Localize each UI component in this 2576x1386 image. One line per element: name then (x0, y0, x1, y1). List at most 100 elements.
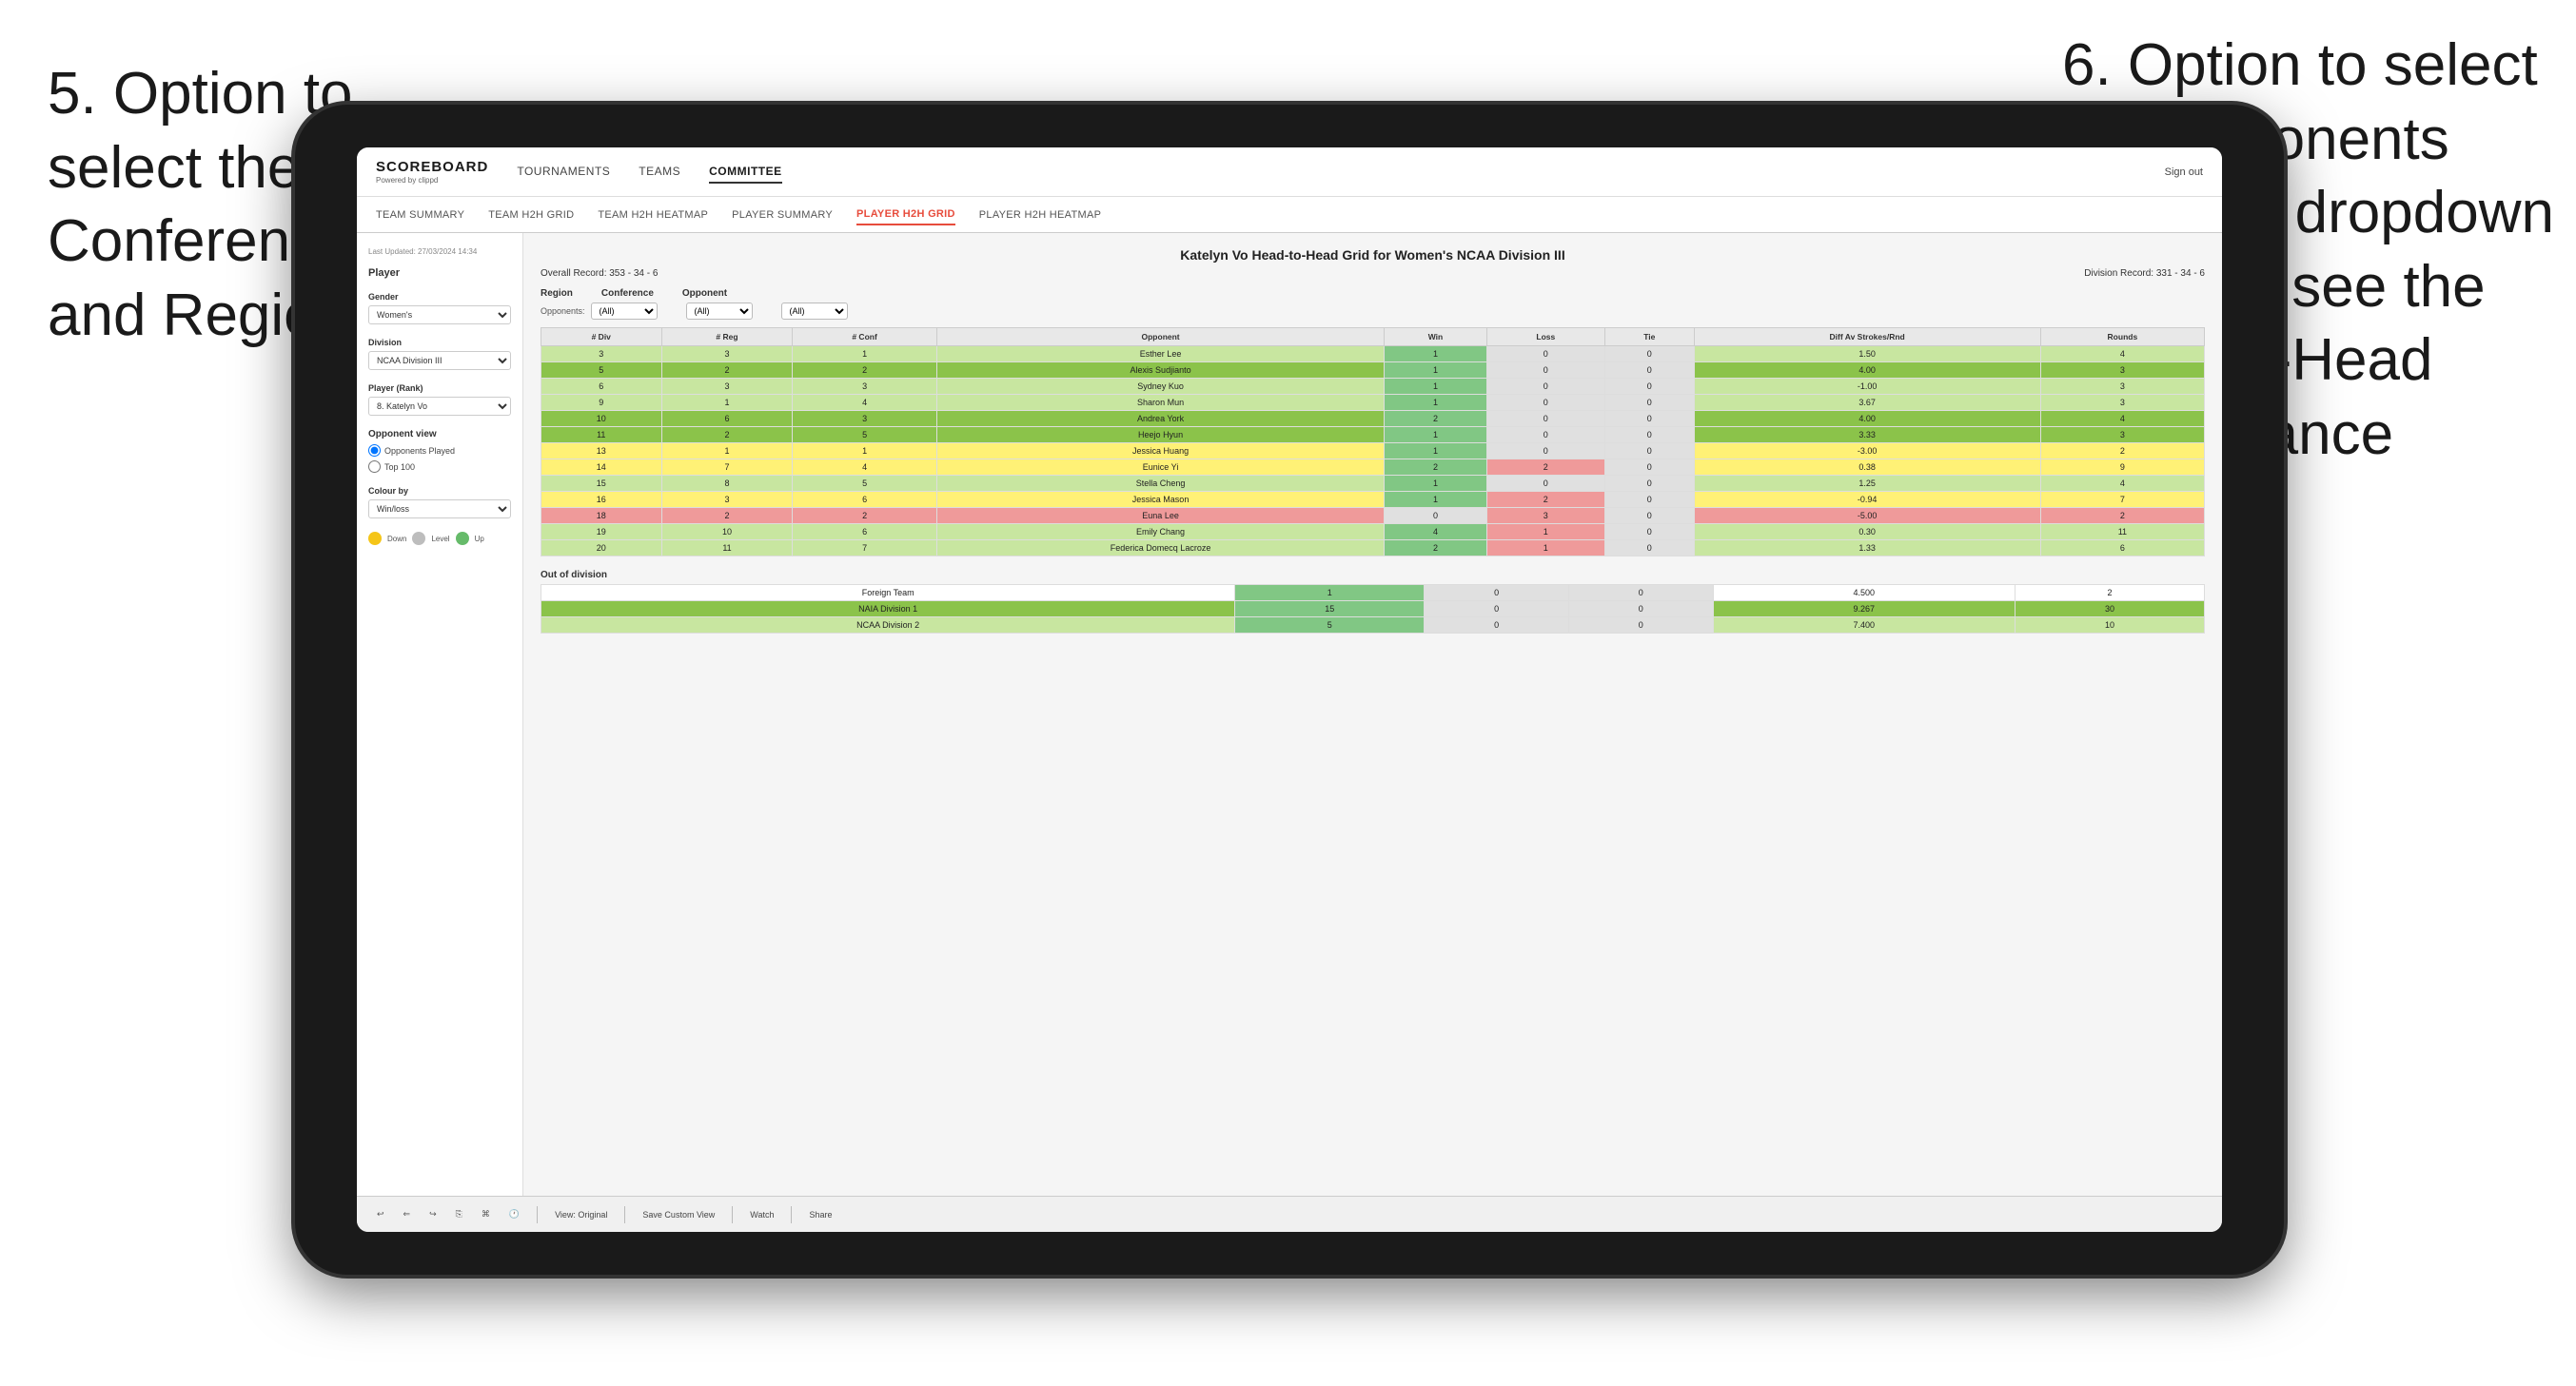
legend-up-dot (456, 532, 469, 545)
region-filter-group: Region (541, 288, 573, 299)
clock-btn[interactable]: 🕐 (503, 1206, 525, 1222)
sidebar: Last Updated: 27/03/2024 14:34 Player Ge… (357, 233, 523, 1196)
division-record: Division Record: 331 - 34 - 6 (2084, 268, 2205, 279)
col-rounds: Rounds (2040, 328, 2204, 346)
opponent-dropdown[interactable]: (All) (781, 303, 848, 320)
player-label: Player (368, 267, 511, 279)
gender-label: Gender (368, 292, 511, 302)
undo-btn[interactable]: ↩ (371, 1206, 390, 1222)
table-row: 6 3 3 Sydney Kuo 1 0 0 -1.00 3 (541, 379, 2205, 395)
region-dropdown[interactable]: (All) (591, 303, 658, 320)
toolbar-divider-4 (791, 1206, 792, 1223)
filter-selects-row: Opponents: (All) (All) (All) (541, 303, 2205, 320)
share-btn[interactable]: Share (803, 1207, 837, 1222)
radio-top-100[interactable]: Top 100 (368, 460, 511, 473)
opponents-filter-sub: Opponents: (All) (541, 303, 658, 320)
watch-btn[interactable]: Watch (744, 1207, 779, 1222)
sidebar-player-rank: Player (Rank) 8. Katelyn Vo (368, 383, 511, 416)
bottom-toolbar: ↩ ⇐ ↪ ⎘ ⌘ 🕐 View: Original Save Custom V… (357, 1196, 2222, 1232)
table-row: 5 2 2 Alexis Sudjianto 1 0 0 4.00 3 (541, 362, 2205, 379)
table-row: 16 3 6 Jessica Mason 1 2 0 -0.94 7 (541, 492, 2205, 508)
save-custom-view-btn[interactable]: Save Custom View (637, 1207, 720, 1222)
sidebar-gender: Gender Women's (368, 292, 511, 324)
sub-nav-team-summary[interactable]: TEAM SUMMARY (376, 205, 464, 224)
logo: SCOREBOARD Powered by clippd (376, 159, 488, 185)
conf-filter-label: Conference (601, 288, 654, 299)
col-conf: # Conf (793, 328, 936, 346)
main-data-table: # Div # Reg # Conf Opponent Win Loss Tie… (541, 327, 2205, 556)
opponent-view-radio-group: Opponents Played Top 100 (368, 444, 511, 473)
col-win: Win (1385, 328, 1486, 346)
toolbar-divider-2 (624, 1206, 625, 1223)
table-row: 20 11 7 Federica Domecq Lacroze 2 1 0 1.… (541, 540, 2205, 556)
toolbar-divider-1 (537, 1206, 538, 1223)
out-of-division-table: Foreign Team 1 0 0 4.500 2 NAIA Division… (541, 584, 2205, 634)
table-row: 3 3 1 Esther Lee 1 0 0 1.50 4 (541, 346, 2205, 362)
redo2-btn[interactable]: ↪ (423, 1206, 442, 1222)
col-opponent: Opponent (936, 328, 1385, 346)
conference-filter-group: Conference (601, 288, 654, 299)
table-row: NCAA Division 2 5 0 0 7.400 10 (541, 617, 2205, 634)
sign-out-link[interactable]: Sign out (2165, 166, 2203, 178)
col-diff: Diff Av Strokes/Rnd (1694, 328, 2040, 346)
table-row: 11 2 5 Heejo Hyun 1 0 0 3.33 3 (541, 427, 2205, 443)
sub-nav-player-summary[interactable]: PLAYER SUMMARY (732, 205, 833, 224)
logo-area: SCOREBOARD Powered by clippd (376, 159, 488, 185)
logo-sub: Powered by clippd (376, 176, 488, 185)
player-rank-label: Player (Rank) (368, 383, 511, 393)
legend-down-label: Down (387, 535, 406, 543)
division-select[interactable]: NCAA Division III (368, 351, 511, 370)
table-row: 18 2 2 Euna Lee 0 3 0 -5.00 2 (541, 508, 2205, 524)
player-rank-select[interactable]: 8. Katelyn Vo (368, 397, 511, 416)
col-tie: Tie (1605, 328, 1694, 346)
colour-by-select[interactable]: Win/loss (368, 499, 511, 518)
table-row: 15 8 5 Stella Cheng 1 0 0 1.25 4 (541, 476, 2205, 492)
toolbar-divider-3 (732, 1206, 733, 1223)
region-filter-label: Region (541, 288, 573, 299)
conference-filter-sub: (All) (686, 303, 753, 320)
table-row: 14 7 4 Eunice Yi 2 2 0 0.38 9 (541, 459, 2205, 476)
col-reg: # Reg (661, 328, 793, 346)
main-content: Last Updated: 27/03/2024 14:34 Player Ge… (357, 233, 2222, 1196)
col-div: # Div (541, 328, 662, 346)
sidebar-division: Division NCAA Division III (368, 338, 511, 370)
opponent-filter-label: Opponent (682, 288, 727, 299)
tablet-screen: SCOREBOARD Powered by clippd TOURNAMENTS… (357, 147, 2222, 1232)
table-row: 9 1 4 Sharon Mun 1 0 0 3.67 3 (541, 395, 2205, 411)
table-row: 10 6 3 Andrea York 2 0 0 4.00 4 (541, 411, 2205, 427)
sub-nav-team-h2h-heatmap[interactable]: TEAM H2H HEATMAP (598, 205, 708, 224)
legend-down-dot (368, 532, 382, 545)
gender-select[interactable]: Women's (368, 305, 511, 324)
division-label: Division (368, 338, 511, 347)
tablet-device: SCOREBOARD Powered by clippd TOURNAMENTS… (295, 105, 2284, 1275)
nav-tournaments[interactable]: TOURNAMENTS (517, 161, 610, 184)
nav-teams[interactable]: TEAMS (639, 161, 680, 184)
nav-committee[interactable]: COMMITTEE (709, 161, 782, 184)
grid-title-area: Katelyn Vo Head-to-Head Grid for Women's… (541, 247, 2205, 279)
opponent-filter-group: Opponent (682, 288, 727, 299)
sub-nav-player-h2h-grid[interactable]: PLAYER H2H GRID (856, 205, 955, 225)
table-row: Foreign Team 1 0 0 4.500 2 (541, 585, 2205, 601)
sidebar-colour-by: Colour by Win/loss (368, 486, 511, 518)
redo1-btn[interactable]: ⇐ (398, 1206, 417, 1222)
radio-opponents-played[interactable]: Opponents Played (368, 444, 511, 457)
view-original-btn[interactable]: View: Original (549, 1207, 613, 1222)
sidebar-opponent-view: Opponent view Opponents Played Top 100 (368, 429, 511, 473)
out-of-division-label: Out of division (541, 570, 2205, 580)
paste-btn[interactable]: ⌘ (476, 1206, 496, 1222)
records-row: Overall Record: 353 - 34 - 6 Division Re… (541, 268, 2205, 279)
legend-level-label: Level (431, 535, 449, 543)
legend-up-label: Up (475, 535, 484, 543)
last-updated: Last Updated: 27/03/2024 14:34 (368, 247, 511, 256)
conference-dropdown[interactable]: (All) (686, 303, 753, 320)
nav-items: TOURNAMENTS TEAMS COMMITTEE (517, 161, 2164, 184)
sub-nav-team-h2h-grid[interactable]: TEAM H2H GRID (488, 205, 574, 224)
sub-nav-player-h2h-heatmap[interactable]: PLAYER H2H HEATMAP (979, 205, 1101, 224)
opponent-view-label: Opponent view (368, 429, 511, 439)
opponents-label: Opponents: (541, 306, 585, 316)
opponent-filter-sub: (All) (781, 303, 848, 320)
table-header-row: # Div # Reg # Conf Opponent Win Loss Tie… (541, 328, 2205, 346)
copy-btn[interactable]: ⎘ (450, 1206, 468, 1222)
sub-nav: TEAM SUMMARY TEAM H2H GRID TEAM H2H HEAT… (357, 197, 2222, 233)
overall-record: Overall Record: 353 - 34 - 6 (541, 268, 658, 279)
